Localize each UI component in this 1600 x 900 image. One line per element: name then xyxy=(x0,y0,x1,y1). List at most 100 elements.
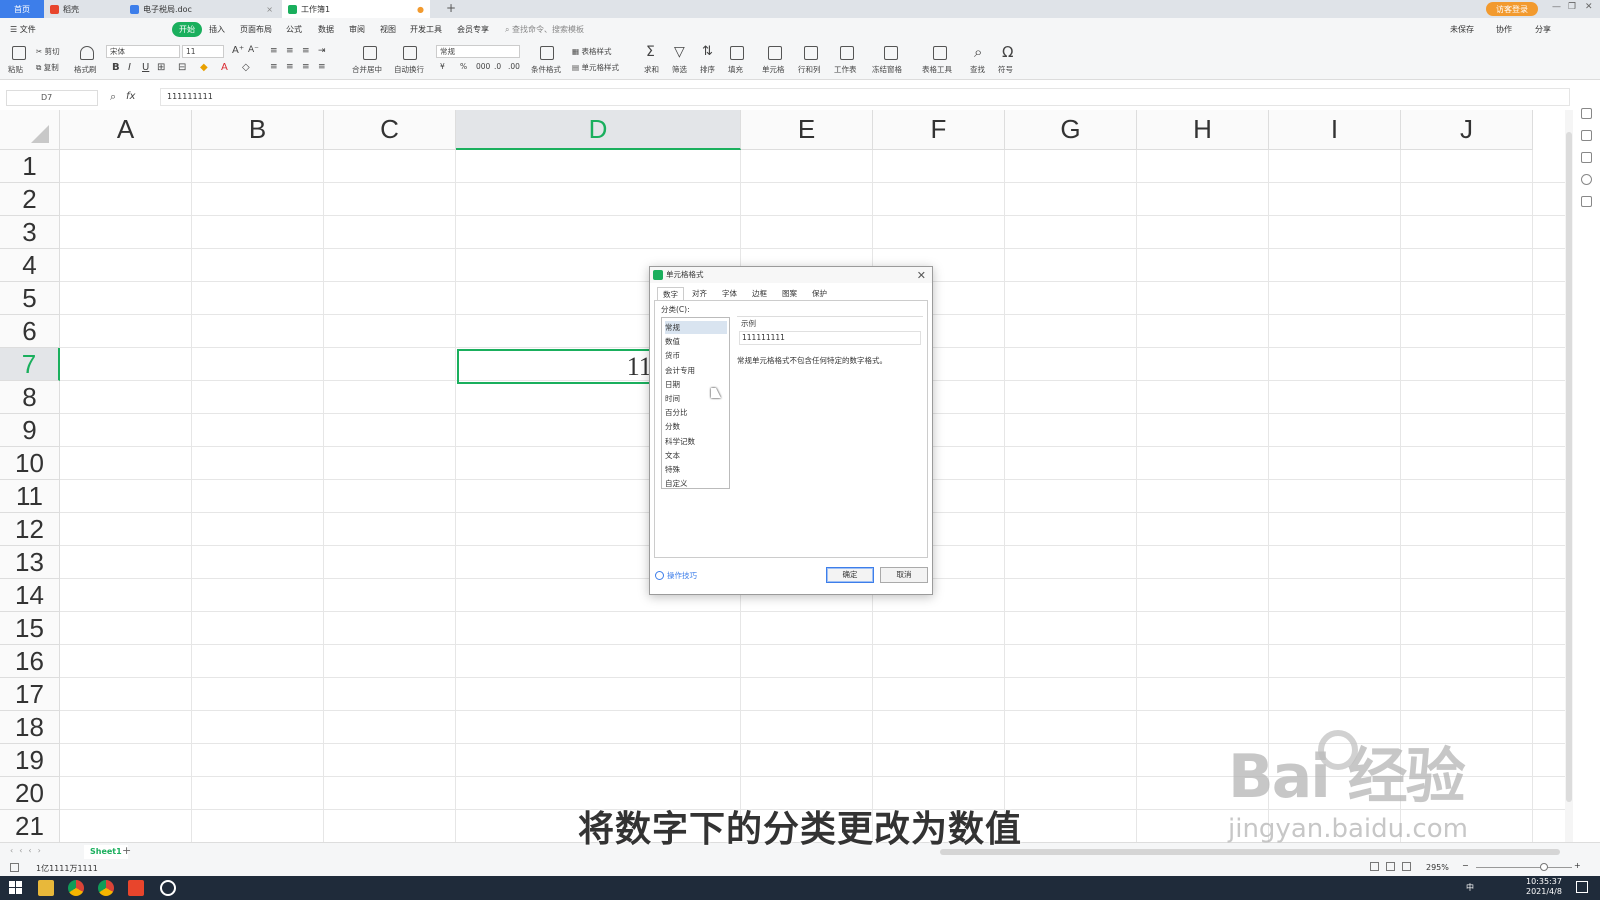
column-header-b[interactable]: B xyxy=(192,110,324,150)
unsaved-status[interactable]: 未保存 xyxy=(1450,24,1474,35)
normal-view-icon[interactable] xyxy=(1370,862,1379,871)
share-button[interactable]: 分享 xyxy=(1535,24,1551,35)
ok-button[interactable]: 确定 xyxy=(826,567,874,583)
fill-button[interactable]: 填充 xyxy=(728,64,743,75)
worksheet-button[interactable]: 工作表 xyxy=(834,64,857,75)
collaborate-button[interactable]: 协作 xyxy=(1496,24,1512,35)
row-header-17[interactable]: 17 xyxy=(0,678,60,711)
align-top-icon[interactable]: ≡ xyxy=(270,46,278,56)
align-middle-icon[interactable]: ≡ xyxy=(286,46,294,56)
zoom-in-button[interactable]: + xyxy=(1574,861,1581,870)
cell-button[interactable]: 单元格 xyxy=(762,64,785,75)
find-icon[interactable]: ⌕ xyxy=(974,43,982,61)
bold-icon[interactable]: B xyxy=(112,62,120,73)
align-left-icon[interactable]: ≡ xyxy=(270,62,278,72)
close-icon[interactable]: ✕ xyxy=(1585,2,1593,12)
recorder-icon[interactable] xyxy=(160,880,176,896)
new-tab-button[interactable]: + xyxy=(446,1,456,15)
column-header-j[interactable]: J xyxy=(1401,110,1533,150)
category-item[interactable]: 自定义 xyxy=(665,477,727,490)
wps-icon[interactable] xyxy=(128,880,144,896)
menu-data[interactable]: 数据 xyxy=(318,24,334,35)
tab-pattern[interactable]: 图案 xyxy=(777,287,802,300)
conditional-format-button[interactable]: 条件格式 xyxy=(531,64,561,75)
fx-label[interactable]: fx xyxy=(126,91,135,102)
freeze-panes-button[interactable]: 冻结窗格 xyxy=(872,64,902,75)
paste-button[interactable]: 粘贴 xyxy=(8,64,23,75)
preview-view-icon[interactable] xyxy=(1402,862,1411,871)
zoom-level[interactable]: 295% xyxy=(1426,863,1449,872)
row-header-10[interactable]: 10 xyxy=(0,447,60,480)
row-header-5[interactable]: 5 xyxy=(0,282,60,315)
row-header-3[interactable]: 3 xyxy=(0,216,60,249)
help-icon[interactable] xyxy=(1581,174,1592,185)
align-bottom-icon[interactable]: ≡ xyxy=(302,46,310,56)
tab-docer[interactable]: 稻壳 xyxy=(44,0,124,18)
column-header-a[interactable]: A xyxy=(60,110,192,150)
tab-doc[interactable]: 电子税局.doc × xyxy=(124,0,279,18)
row-header-2[interactable]: 2 xyxy=(0,183,60,216)
category-item[interactable]: 会计专用 xyxy=(665,364,727,377)
command-search[interactable]: ⌕ 查找命令、搜索模板 xyxy=(505,24,584,35)
format-painter-button[interactable]: 格式刷 xyxy=(74,64,97,75)
column-header-i[interactable]: I xyxy=(1269,110,1401,150)
category-list[interactable]: 常规 数值 货币 会计专用 日期 时间 百分比 分数 科学记数 文本 特殊 自定义 xyxy=(661,317,730,489)
row-col-button[interactable]: 行和列 xyxy=(798,64,821,75)
tab-workbook[interactable]: 工作簿1 ● xyxy=(282,0,430,18)
format-painter-icon[interactable] xyxy=(80,46,94,60)
clock[interactable]: 10:35:37 2021/4/8 xyxy=(1526,877,1562,897)
zoom-slider[interactable] xyxy=(1476,867,1572,868)
font-color-icon[interactable]: A xyxy=(221,62,228,73)
number-format-select[interactable]: 常规 xyxy=(436,45,520,58)
menu-member[interactable]: 会员专享 xyxy=(457,24,489,35)
eraser-icon[interactable]: ◇ xyxy=(242,62,250,73)
row-header-6[interactable]: 6 xyxy=(0,315,60,348)
sort-icon[interactable]: ⇅ xyxy=(702,44,713,59)
tab-border[interactable]: 边框 xyxy=(747,287,772,300)
cell-style-button[interactable]: ▤ 单元格样式 xyxy=(572,62,619,73)
find-button[interactable]: 查找 xyxy=(970,64,985,75)
backup-icon[interactable] xyxy=(1581,196,1592,207)
notification-icon[interactable] xyxy=(1576,881,1588,893)
indent-icon[interactable]: ⇥ xyxy=(318,46,326,56)
sum-icon[interactable]: Σ xyxy=(646,44,655,60)
menu-insert[interactable]: 插入 xyxy=(209,24,225,35)
wrap-text-icon[interactable] xyxy=(403,46,417,60)
ime-indicator[interactable]: 中 xyxy=(1466,882,1474,893)
row-header-12[interactable]: 12 xyxy=(0,513,60,546)
menu-formula[interactable]: 公式 xyxy=(286,24,302,35)
row-header-15[interactable]: 15 xyxy=(0,612,60,645)
page-view-icon[interactable] xyxy=(1386,862,1395,871)
category-item[interactable]: 分数 xyxy=(665,420,727,433)
italic-icon[interactable]: I xyxy=(128,62,131,73)
menu-view[interactable]: 视图 xyxy=(380,24,396,35)
table-style-button[interactable]: ▦ 表格样式 xyxy=(572,46,611,57)
column-header-f[interactable]: F xyxy=(873,110,1005,150)
row-header-7[interactable]: 7 xyxy=(0,348,60,381)
style-icon[interactable] xyxy=(1581,152,1592,163)
file-explorer-icon[interactable] xyxy=(38,880,54,896)
conditional-format-icon[interactable] xyxy=(540,46,554,60)
tips-link[interactable]: 操作技巧 xyxy=(655,570,697,581)
menu-start[interactable]: 开始 xyxy=(172,22,202,37)
tab-number[interactable]: 数字 xyxy=(657,287,684,300)
menu-developer[interactable]: 开发工具 xyxy=(410,24,442,35)
tab-alignment[interactable]: 对齐 xyxy=(687,287,712,300)
row-header-13[interactable]: 13 xyxy=(0,546,60,579)
copy-button[interactable]: ⧉ 复制 xyxy=(36,62,59,73)
merge-border-icon[interactable]: ⊟ xyxy=(178,62,186,73)
table-tools-icon[interactable] xyxy=(933,46,947,60)
column-header-h[interactable]: H xyxy=(1137,110,1269,150)
column-header-e[interactable]: E xyxy=(741,110,873,150)
wrap-text-button[interactable]: 自动换行 xyxy=(394,64,424,75)
close-tab-icon[interactable]: × xyxy=(266,5,273,14)
menu-page-layout[interactable]: 页面布局 xyxy=(240,24,272,35)
align-center-icon[interactable]: ≡ xyxy=(286,62,294,72)
freeze-panes-icon[interactable] xyxy=(884,46,898,60)
row-header-14[interactable]: 14 xyxy=(0,579,60,612)
worksheet-icon[interactable] xyxy=(840,46,854,60)
paste-icon[interactable] xyxy=(12,46,26,60)
row-header-1[interactable]: 1 xyxy=(0,150,60,183)
category-item[interactable]: 常规 xyxy=(665,321,727,334)
row-header-9[interactable]: 9 xyxy=(0,414,60,447)
